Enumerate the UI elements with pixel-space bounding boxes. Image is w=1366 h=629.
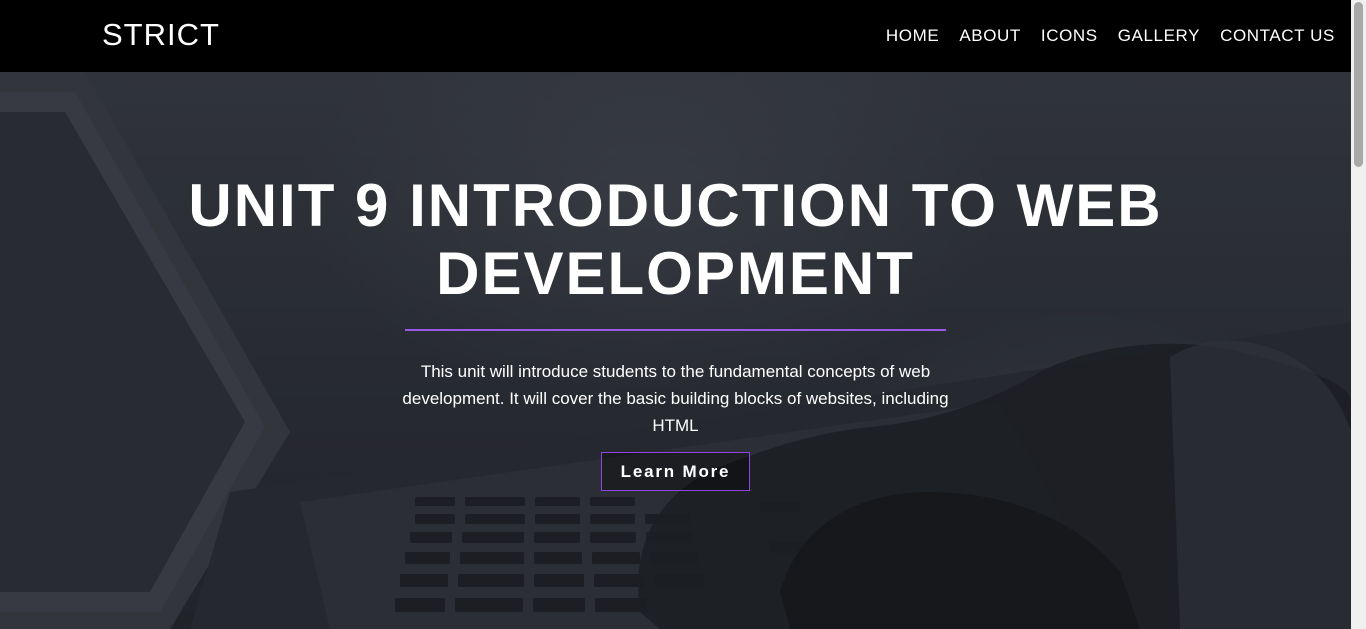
top-navbar: STRICT HOME ABOUT ICONS GALLERY CONTACT … — [0, 0, 1351, 72]
brand-logo[interactable]: STRICT — [102, 17, 220, 53]
nav-link-gallery[interactable]: GALLERY — [1118, 26, 1200, 46]
hero-divider — [405, 329, 946, 331]
learn-more-button[interactable]: Learn More — [601, 452, 750, 491]
nav-link-about[interactable]: ABOUT — [959, 26, 1021, 46]
nav-link-contact-us[interactable]: CONTACT US — [1220, 26, 1335, 46]
hero-overlay — [0, 72, 1351, 629]
hero-section: UNIT 9 INTRODUCTION TO WEB DEVELOPMENT T… — [0, 72, 1351, 629]
nav-link-home[interactable]: HOME — [886, 26, 939, 46]
scrollbar-thumb[interactable] — [1354, 2, 1363, 167]
hero-description: This unit will introduce students to the… — [402, 362, 949, 435]
page-scrollbar[interactable] — [1351, 0, 1366, 629]
hero-title: UNIT 9 INTRODUCTION TO WEB DEVELOPMENT — [188, 172, 1163, 307]
nav-menu: HOME ABOUT ICONS GALLERY CONTACT US — [886, 26, 1335, 46]
nav-link-icons[interactable]: ICONS — [1041, 26, 1098, 46]
